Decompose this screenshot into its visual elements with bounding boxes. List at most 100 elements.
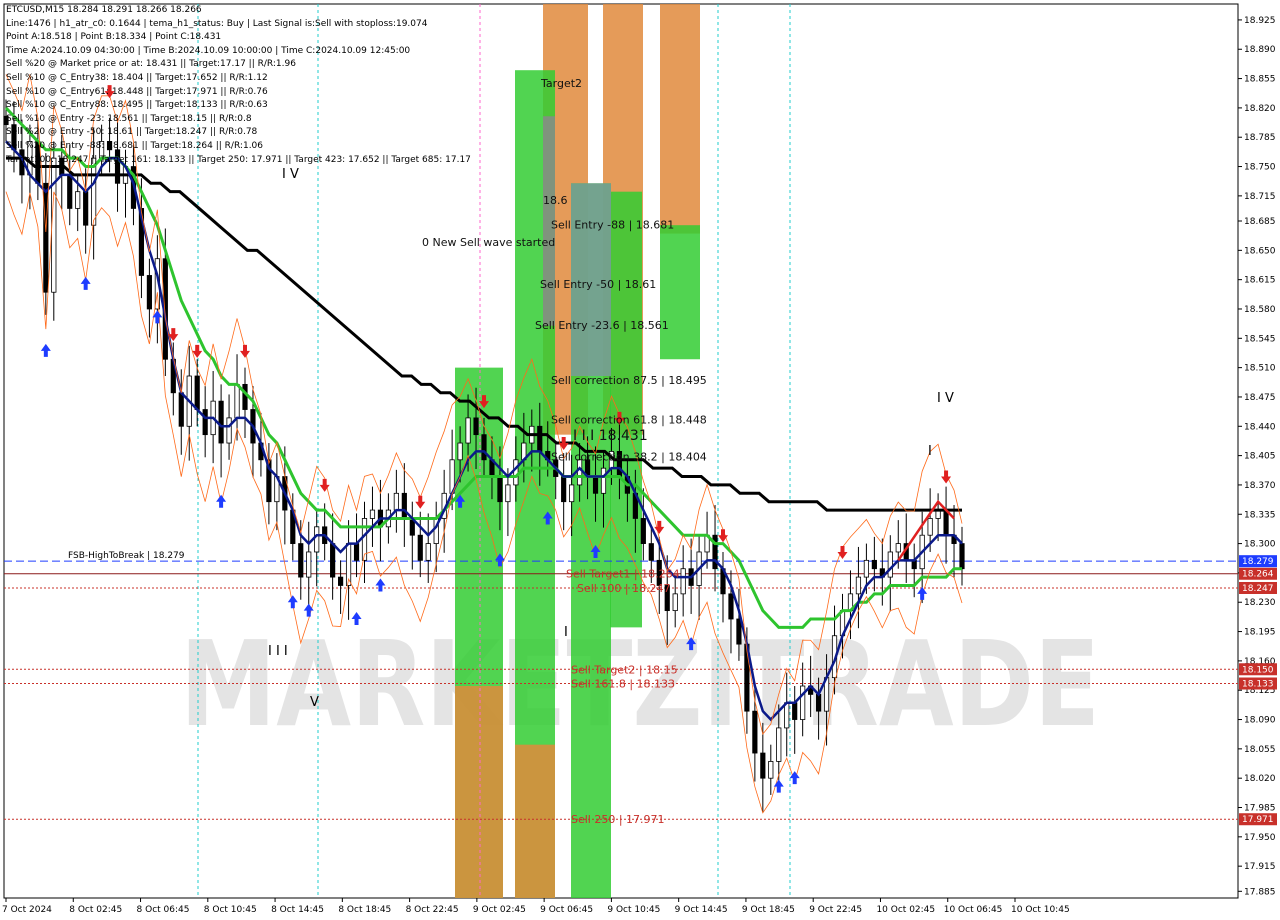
wave-label: I V [937, 391, 954, 406]
candle-body [513, 459, 519, 486]
candle-body [330, 543, 336, 578]
chart-annotation: Sell correction 38.2 | 18.404 [551, 450, 707, 463]
candle-body [369, 509, 376, 519]
candle-body [146, 275, 152, 310]
candle-body [481, 434, 487, 461]
y-tick-label: 18.855 [1244, 75, 1276, 85]
y-tick-label: 18.785 [1244, 133, 1276, 143]
candle-body [425, 543, 431, 561]
chart-annotation: Sell 161.8 | 18.133 [571, 678, 675, 691]
y-tick-label: 18.820 [1244, 104, 1276, 114]
chart-annotation: Sell Entry -88 | 18.681 [551, 218, 674, 231]
candle-body [218, 400, 224, 444]
candle-body [242, 383, 248, 410]
candle-body [91, 157, 97, 226]
info-line: Point A:18.518 | Point B:18.334 | Point … [6, 32, 222, 43]
price-tag-label: 18.150 [1242, 665, 1274, 675]
y-tick-label: 18.055 [1244, 745, 1276, 755]
price-tag-label: 18.264 [1242, 570, 1274, 580]
candle-body [497, 476, 503, 503]
x-tick-label: 9 Oct 18:45 [742, 905, 795, 915]
candle-body [943, 509, 949, 536]
y-tick-label: 17.915 [1244, 862, 1276, 872]
signal-zone [610, 191, 642, 628]
chart-annotation: I I I 18.431 [573, 428, 648, 444]
price-tag-label: 18.247 [1242, 584, 1274, 594]
x-tick-label: 8 Oct 14:45 [271, 905, 324, 915]
chart-annotation: Sell 250 | 17.971 [571, 813, 665, 826]
candle-body [457, 442, 463, 461]
symbol-title: ETCUSD,M15 18.284 18.291 18.266 18.266 [6, 5, 202, 15]
candle-body [234, 383, 240, 419]
info-line: Sell %10 @ Entry -23: 18.561 || Target:1… [6, 113, 252, 124]
y-tick-label: 18.685 [1244, 217, 1276, 227]
candle-body [401, 492, 407, 519]
wave-label: I V [282, 167, 299, 182]
candle-body [911, 559, 917, 570]
candle-body [855, 576, 862, 595]
y-tick-label: 18.545 [1244, 334, 1276, 344]
candle-body [194, 375, 200, 410]
candle-body [863, 559, 869, 578]
signal-zone [660, 4, 700, 234]
candle-body [473, 417, 479, 436]
y-tick-label: 17.985 [1244, 804, 1276, 814]
candle-body [67, 174, 73, 209]
wave-label: V [310, 695, 319, 710]
candle-body [816, 693, 822, 712]
chart-annotation: Sell Entry -50 | 18.61 [540, 278, 656, 291]
y-tick-label: 18.440 [1244, 422, 1276, 432]
info-line: Sell %10 @ C_Entry88: 18.495 || Target:1… [6, 100, 268, 111]
candle-body [792, 702, 798, 720]
candle-body [569, 484, 575, 503]
candle-body [51, 157, 57, 293]
candle-body [298, 543, 304, 578]
candle-body [600, 467, 607, 494]
price-tag-label: 18.133 [1242, 680, 1274, 690]
candle-body [776, 727, 782, 762]
y-tick-label: 17.950 [1244, 833, 1276, 843]
candle-body [760, 752, 766, 779]
chart-annotation: Sell Entry -23.6 | 18.561 [535, 319, 669, 332]
candle-body [577, 459, 583, 486]
info-line: Sell %20 @ Entry -88: 18.681 || Target:1… [6, 140, 264, 151]
candle-body [537, 425, 543, 452]
info-line: Sell %10 @ C_Entry61: 18.448 || Target:1… [6, 86, 268, 97]
x-tick-label: 9 Oct 22:45 [809, 905, 862, 915]
candle-body [752, 710, 758, 754]
info-line: Sell %20 @ Market price or at: 18.431 ||… [6, 59, 296, 70]
candle-body [417, 534, 423, 561]
signal-zone [660, 225, 700, 360]
candle-body [784, 702, 790, 729]
info-line: Target100: 18.247 || Target 161: 18.133 … [6, 154, 471, 165]
x-tick-label: 8 Oct 06:45 [137, 905, 190, 915]
x-tick-label: 9 Oct 02:45 [473, 905, 526, 915]
x-tick-label: 8 Oct 18:45 [338, 905, 391, 915]
candle-body [353, 543, 360, 561]
x-tick-label: 10 Oct 02:45 [876, 905, 935, 915]
x-tick-label: 9 Oct 06:45 [540, 905, 593, 915]
x-tick-label: 7 Oct 2024 [2, 905, 52, 915]
wave-label: I [928, 444, 932, 459]
candle-body [338, 576, 344, 586]
candle-body [226, 417, 232, 444]
candle-body [505, 484, 511, 503]
candle-body [895, 543, 901, 553]
candle-body [561, 476, 567, 503]
candle-body [927, 518, 933, 536]
info-line: Sell %10 @ C_Entry38: 18.404 || Target:1… [6, 72, 268, 83]
fsb-label: FSB-HighToBreak | 18.279 [68, 551, 185, 561]
signal-zone [455, 686, 503, 898]
chart-annotation: 0 New Sell wave started [422, 236, 555, 249]
chart-annotation: Sell 100 | 18.247 [577, 582, 671, 595]
chart-annotation: Sell correction 87.5 | 18.495 [551, 374, 707, 387]
chart-window: MARKETZITRADE FSB-HighToBreak | 18.279 Sel… [0, 0, 1280, 920]
candle-body [592, 476, 599, 494]
y-tick-label: 18.020 [1244, 774, 1276, 784]
candle-body [83, 191, 89, 226]
x-tick-label: 8 Oct 22:45 [406, 905, 459, 915]
candle-body [887, 551, 893, 578]
y-tick-label: 18.925 [1244, 16, 1276, 26]
candle-body [43, 182, 49, 293]
candle-body [640, 518, 646, 544]
